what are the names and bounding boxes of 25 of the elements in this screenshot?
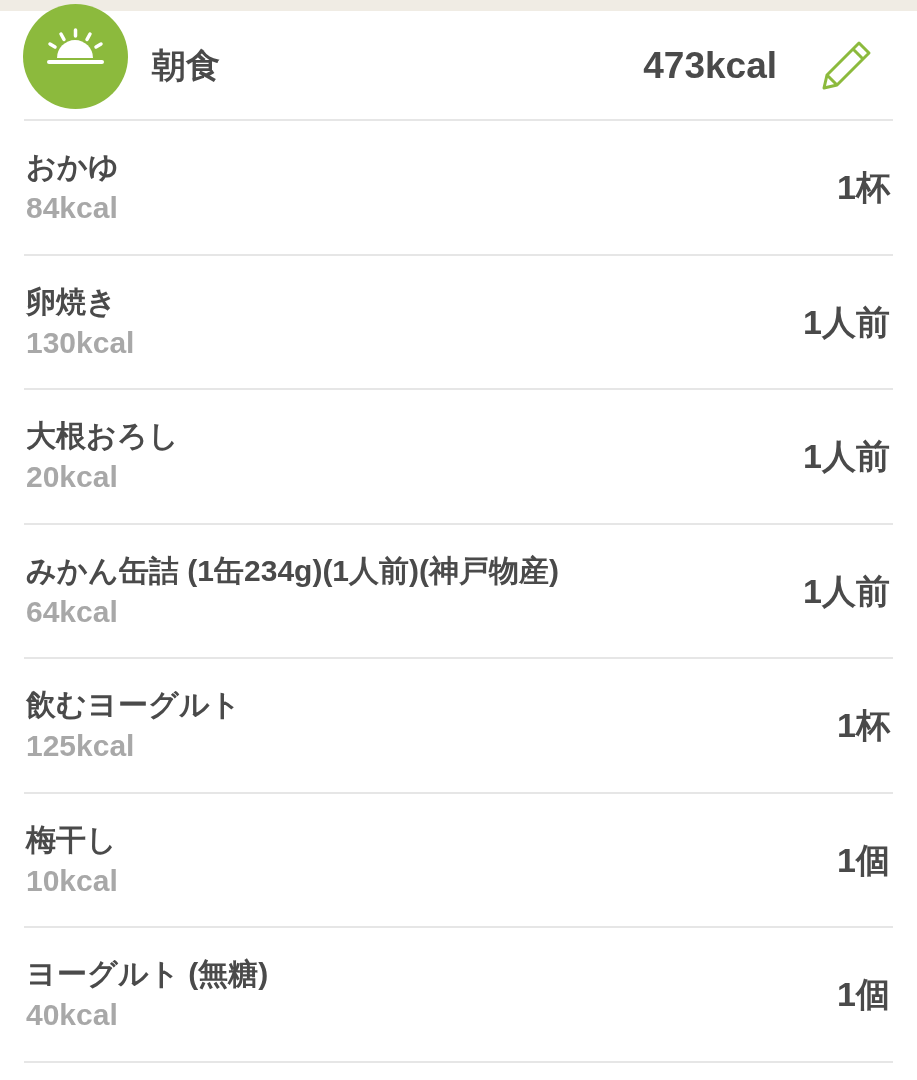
food-quantity: 1杯	[837, 708, 890, 743]
food-name: 卵焼き	[26, 283, 118, 320]
food-quantity: 1個	[837, 842, 890, 877]
food-name: ヨーグルト (無糖)	[26, 956, 269, 993]
food-calories: 64kcal	[26, 593, 119, 630]
food-quantity: 1人前	[803, 573, 890, 608]
food-name: おかゆ	[26, 149, 119, 186]
food-quantity: 1杯	[837, 170, 890, 205]
food-calories: 10kcal	[26, 862, 118, 899]
food-calories: 20kcal	[26, 459, 119, 496]
food-calories: 84kcal	[26, 190, 119, 227]
food-calories: 40kcal	[26, 997, 119, 1034]
food-quantity: 1人前	[803, 439, 890, 474]
sunrise-icon	[23, 3, 128, 109]
meal-total-calories: 473kcal	[643, 46, 777, 84]
food-name: 梅干し	[26, 821, 118, 858]
meal-title: 朝食	[152, 48, 220, 82]
food-quantity: 1個	[837, 977, 890, 1012]
food-calories: 125kcal	[26, 728, 136, 765]
food-name: 大根おろし	[26, 418, 179, 455]
food-name: 飲むヨーグルト	[26, 687, 241, 724]
food-calories: 130kcal	[26, 324, 135, 361]
food-quantity: 1人前	[803, 304, 890, 339]
pencil-icon[interactable]	[821, 39, 873, 91]
food-name: みかん缶詰 (1缶234g)(1人前)(神戸物産)	[26, 552, 560, 589]
